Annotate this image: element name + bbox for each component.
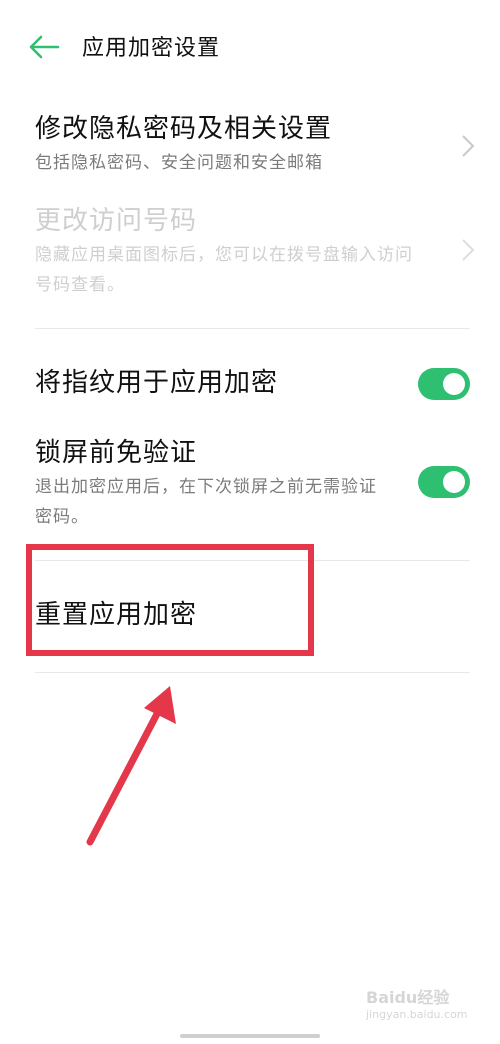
fingerprint-toggle[interactable]: [418, 368, 470, 400]
annotation-arrow-icon: [86, 686, 176, 846]
item-description-line2: 号码查看。: [35, 275, 125, 295]
home-indicator[interactable]: [180, 1034, 320, 1038]
item-title: 更改访问号码: [35, 206, 198, 236]
chevron-right-icon: [462, 135, 475, 157]
toggle-knob: [443, 373, 465, 395]
item-title: 将指纹用于应用加密: [35, 368, 279, 398]
watermark-subtext: jingyan.baidu.com: [366, 1008, 468, 1021]
arrow-left-icon[interactable]: [28, 34, 60, 60]
item-title: 修改隐私密码及相关设置: [35, 114, 333, 144]
skip-verify-before-lock-setting: 锁屏前免验证 退出加密应用后，在下次锁屏之前无需验证 密码。: [35, 436, 475, 532]
watermark-text: Baidu经验: [366, 988, 450, 1007]
annotation-highlight-box: [26, 544, 314, 656]
item-description: 隐藏应用桌面图标后，您可以在拨号盘输入访问: [35, 245, 413, 265]
item-description: 包括隐私密码、安全问题和安全邮箱: [35, 153, 323, 173]
section-divider: [35, 672, 470, 673]
page-title: 应用加密设置: [82, 36, 221, 61]
toggle-knob: [443, 471, 465, 493]
baidu-watermark: Baidu经验 jingyan.baidu.com: [366, 984, 486, 1030]
item-description-line2: 密码。: [35, 507, 89, 527]
change-access-number-item: 更改访问号码 隐藏应用桌面图标后，您可以在拨号盘输入访问 号码查看。: [35, 204, 475, 300]
item-description: 退出加密应用后，在下次锁屏之前无需验证: [35, 477, 377, 497]
skip-verify-toggle[interactable]: [418, 466, 470, 498]
privacy-password-settings-item[interactable]: 修改隐私密码及相关设置 包括隐私密码、安全问题和安全邮箱: [35, 112, 475, 178]
app-header: 应用加密设置: [0, 0, 500, 96]
section-divider: [35, 328, 470, 329]
item-title: 锁屏前免验证: [35, 438, 198, 468]
fingerprint-app-lock-setting: 将指纹用于应用加密: [35, 366, 475, 400]
chevron-right-icon: [462, 239, 475, 261]
